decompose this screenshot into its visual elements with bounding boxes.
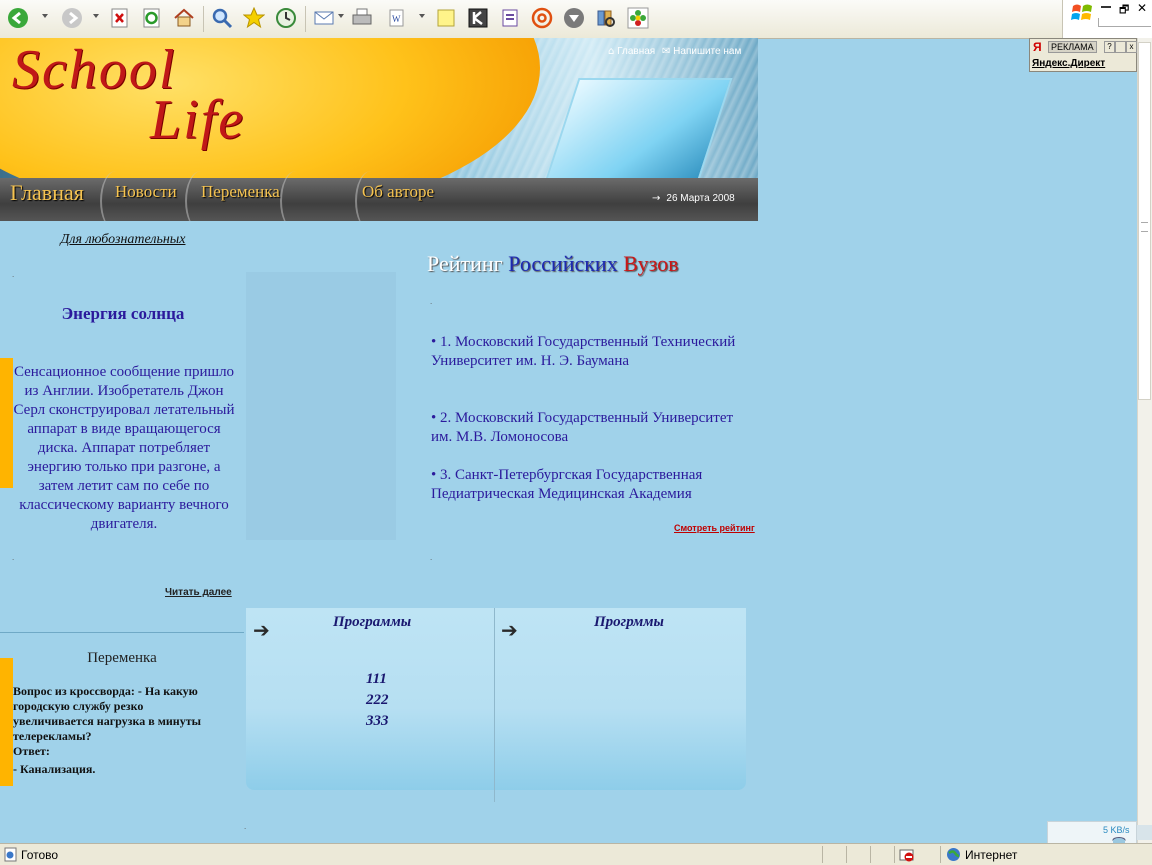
article-title[interactable]: Энергия солнца bbox=[0, 304, 246, 324]
email-at-icon[interactable] bbox=[530, 6, 554, 30]
research-icon[interactable] bbox=[594, 6, 618, 30]
rating-title-part3: Вузов bbox=[623, 251, 679, 276]
corner-expand-icon[interactable] bbox=[1137, 825, 1152, 840]
ad-minimize-button[interactable] bbox=[1115, 41, 1126, 53]
windows-logo-icon bbox=[1071, 4, 1092, 20]
date-text: 26 Марта 2008 bbox=[666, 193, 735, 204]
crossword-question: Вопрос из кроссворда: - На какую городск… bbox=[13, 684, 201, 743]
read-more-link[interactable]: Читать далее bbox=[165, 587, 232, 598]
history-icon[interactable] bbox=[274, 6, 298, 30]
bullet-icon: • bbox=[431, 334, 441, 350]
print-icon[interactable] bbox=[350, 6, 374, 30]
minimize-button[interactable] bbox=[1101, 6, 1111, 8]
window-controls: 🗗 ✕ bbox=[1062, 0, 1152, 38]
nav-item-about[interactable]: Об авторе bbox=[362, 182, 434, 202]
program-item[interactable]: 222 bbox=[366, 692, 389, 709]
answer-label: Ответ: bbox=[13, 744, 50, 758]
answer-text: - Канализация. bbox=[13, 762, 96, 776]
internet-zone-icon bbox=[947, 848, 960, 861]
nav-item-home[interactable]: Главная bbox=[10, 180, 84, 206]
mail-dropdown-icon[interactable] bbox=[338, 14, 344, 18]
edit-word-icon[interactable]: W bbox=[385, 6, 409, 30]
rating-item-2-text: 2. Московский Государственный Университе… bbox=[431, 410, 734, 445]
program-item[interactable]: 111 bbox=[366, 671, 387, 688]
middle-panel bbox=[246, 272, 396, 540]
arrow-right-icon: → bbox=[652, 193, 661, 204]
rating-title-part1: Рейтинг bbox=[427, 251, 503, 276]
icq-flower-icon[interactable] bbox=[626, 6, 650, 30]
left-divider bbox=[0, 632, 244, 633]
search-icon[interactable] bbox=[210, 6, 234, 30]
site-header: School Life ⌂ Главная ✉ Напишите нам Гла… bbox=[0, 38, 758, 221]
forward-dropdown-icon[interactable] bbox=[93, 14, 99, 18]
ad-close-button[interactable]: x bbox=[1126, 41, 1137, 53]
programs-panel bbox=[246, 608, 746, 790]
forward-icon[interactable] bbox=[60, 6, 84, 30]
programs-title-2[interactable]: Прогрммы bbox=[594, 614, 664, 631]
network-speed: 5 KB/s bbox=[1103, 825, 1130, 835]
view-rating-link[interactable]: Смотреть рейтинг bbox=[674, 523, 755, 533]
scrollbar-thumb[interactable] bbox=[1138, 42, 1151, 400]
header-date: → 26 Марта 2008 bbox=[652, 193, 735, 204]
program-item[interactable]: 333 bbox=[366, 713, 389, 730]
ad-label: РЕКЛАМА bbox=[1048, 41, 1097, 53]
toolbar-k-icon[interactable] bbox=[466, 6, 490, 30]
stop-icon[interactable] bbox=[108, 6, 132, 30]
arrow-right-icon: ➔ bbox=[253, 618, 270, 642]
edit-dropdown-icon[interactable] bbox=[419, 14, 425, 18]
top-link-contact[interactable]: Напишите нам bbox=[673, 46, 741, 57]
scrollbar-grip bbox=[1141, 222, 1148, 232]
rating-item-1-text: 1. Московский Государственный Технически… bbox=[431, 334, 736, 369]
rating-item-3-text: 3. Санкт-Петербургская Государственная П… bbox=[431, 467, 703, 502]
svg-text:W: W bbox=[392, 14, 401, 24]
top-links: ⌂ Главная ✉ Напишите нам bbox=[608, 46, 741, 57]
messenger-icon[interactable] bbox=[498, 6, 522, 30]
programs-title-1[interactable]: Программы bbox=[333, 614, 411, 631]
rating-item-3[interactable]: • 3. Санкт-Петербургская Государственная… bbox=[431, 466, 756, 504]
close-button[interactable]: ✕ bbox=[1137, 1, 1147, 15]
rating-item-1[interactable]: • 1. Московский Государственный Техничес… bbox=[431, 333, 751, 371]
back-icon[interactable] bbox=[6, 6, 30, 30]
break-title: Переменка bbox=[87, 650, 157, 666]
back-dropdown-icon[interactable] bbox=[42, 14, 48, 18]
rating-title: Рейтинг Российских Вузов bbox=[427, 251, 679, 277]
ad-title[interactable]: Яндекс.Директ bbox=[1032, 58, 1105, 69]
status-bar: Готово Интернет bbox=[0, 843, 1152, 865]
programs-divider bbox=[494, 608, 495, 802]
zone-text: Интернет bbox=[965, 848, 1018, 862]
home-icon[interactable] bbox=[172, 6, 196, 30]
tagline: Для любознательных bbox=[60, 232, 186, 247]
arrow-right-icon: ➔ bbox=[501, 618, 518, 642]
download-icon[interactable] bbox=[562, 6, 586, 30]
rating-title-part2: Российских bbox=[508, 251, 618, 276]
nav-item-break[interactable]: Переменка bbox=[201, 182, 280, 202]
bullet-icon: • bbox=[431, 410, 441, 426]
mail-icon[interactable] bbox=[312, 6, 336, 30]
rating-item-2[interactable]: • 2. Московский Государственный Универси… bbox=[431, 409, 751, 447]
nav-item-news[interactable]: Новости bbox=[115, 182, 177, 202]
yandex-direct-ad: Я РЕКЛАМА ? x Яндекс.Директ bbox=[1029, 38, 1137, 72]
address-fragment bbox=[1098, 18, 1151, 27]
status-text: Готово bbox=[21, 848, 59, 862]
top-link-home[interactable]: Главная bbox=[617, 46, 655, 57]
page-icon bbox=[4, 847, 17, 862]
home-link-icon: ⌂ bbox=[608, 46, 615, 57]
logo-life: Life bbox=[150, 89, 246, 151]
envelope-icon: ✉ bbox=[661, 46, 671, 57]
popup-blocked-icon[interactable] bbox=[899, 847, 915, 862]
favorites-star-icon[interactable] bbox=[242, 6, 266, 30]
refresh-icon[interactable] bbox=[140, 6, 164, 30]
article-body: Сенсационное сообщение пришло из Англии.… bbox=[13, 364, 235, 532]
browser-toolbar: W bbox=[0, 0, 1152, 39]
orange-accent-bar-2 bbox=[0, 658, 13, 786]
yandex-logo-icon: Я bbox=[1033, 40, 1042, 54]
note-icon[interactable] bbox=[434, 6, 458, 30]
ad-help-button[interactable]: ? bbox=[1104, 41, 1115, 53]
bullet-icon: • bbox=[431, 467, 441, 483]
